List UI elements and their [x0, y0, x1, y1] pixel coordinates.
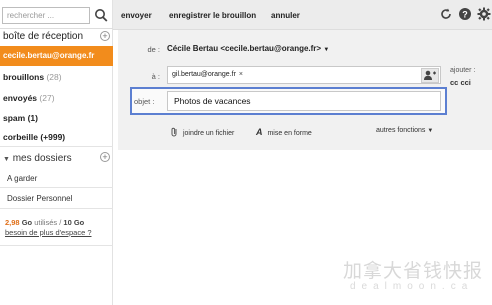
- paperclip-icon: [171, 127, 177, 137]
- divider: [0, 187, 113, 188]
- settings-gear-icon[interactable]: [477, 7, 491, 21]
- cci-link[interactable]: cci: [460, 78, 470, 87]
- folder-drafts[interactable]: brouillons (28): [3, 72, 62, 82]
- save-draft-button[interactable]: enregistrer le brouillon: [169, 11, 256, 20]
- more-space-link[interactable]: besoin de plus d'espace ?: [5, 228, 92, 237]
- caret-down-icon: ▼: [323, 47, 330, 53]
- caret-down-icon: ▼: [427, 128, 434, 134]
- subject-input[interactable]: Photos de vacances: [167, 91, 441, 111]
- account-item[interactable]: cecile.bertau@orange.fr: [0, 46, 113, 66]
- storage-quota: 2,98 Go utilisés / 10 Go besoin de plus …: [5, 218, 92, 237]
- cc-cci-links: cc cci: [450, 78, 471, 87]
- subject-label: objet :: [134, 97, 155, 106]
- watermark-en: dealmoon.ca: [350, 281, 474, 292]
- svg-text:?: ?: [462, 10, 468, 20]
- folder-sent[interactable]: envoyés (27): [3, 93, 55, 103]
- format-button[interactable]: A mise en forme: [256, 127, 312, 137]
- inbox-label[interactable]: boîte de réception: [3, 31, 83, 42]
- add-folder-icon[interactable]: +: [100, 152, 110, 162]
- add-label: ajouter :: [450, 67, 476, 74]
- sidebar: rechercher ... boîte de réception + ceci…: [0, 0, 113, 305]
- send-button[interactable]: envoyer: [121, 11, 152, 20]
- divider: [0, 208, 113, 209]
- divider: [0, 146, 113, 147]
- remove-recipient-icon[interactable]: ×: [239, 71, 243, 78]
- divider: [0, 245, 113, 246]
- from-selector[interactable]: Cécile Bertau <cecile.bertau@orange.fr> …: [167, 44, 329, 53]
- more-functions-button[interactable]: autres fonctions ▼: [376, 127, 433, 134]
- contacts-button[interactable]: [421, 68, 439, 83]
- text-format-icon: A: [256, 127, 263, 137]
- refresh-icon[interactable]: [439, 7, 453, 21]
- from-label: de :: [147, 45, 160, 54]
- folder-spam[interactable]: spam (1): [3, 113, 38, 123]
- watermark-cn: 加拿大省钱快报: [343, 261, 484, 282]
- cancel-button[interactable]: annuler: [271, 11, 300, 20]
- caret-down-icon: ▼: [3, 156, 10, 163]
- address-book-icon: [424, 70, 436, 80]
- cc-link[interactable]: cc: [450, 78, 458, 87]
- add-account-icon[interactable]: +: [100, 31, 110, 41]
- help-icon[interactable]: ?: [458, 7, 472, 21]
- subfolder-a-garder[interactable]: A garder: [7, 174, 37, 183]
- recipient-chip[interactable]: gil.bertau@orange.fr ×: [172, 71, 243, 78]
- my-folders-toggle[interactable]: ▼ mes dossiers: [3, 153, 72, 164]
- folder-trash[interactable]: corbeille (+999): [3, 132, 65, 142]
- search-input[interactable]: rechercher ...: [2, 7, 90, 24]
- attach-file-button[interactable]: joindre un fichier: [170, 127, 234, 137]
- search-icon[interactable]: [94, 8, 108, 23]
- to-label: à :: [151, 72, 160, 81]
- subfolder-dossier-personnel[interactable]: Dossier Personnel: [7, 194, 72, 203]
